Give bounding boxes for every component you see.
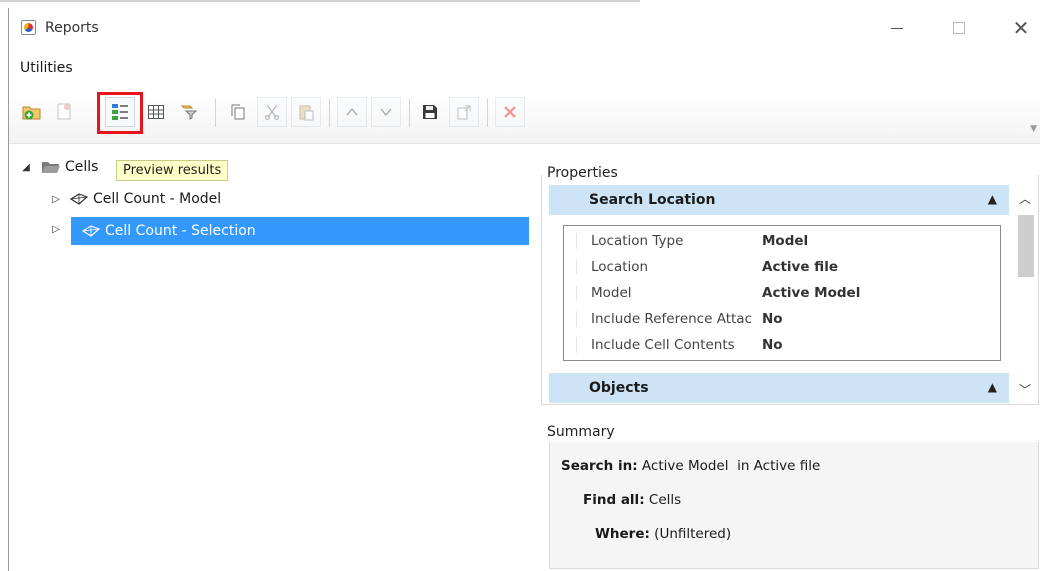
- paste-button[interactable]: [291, 97, 321, 127]
- summary-key: Find all:: [583, 492, 645, 508]
- summary-find-all: Find all: Cells: [583, 492, 681, 508]
- expand-arrow-icon[interactable]: ▷: [49, 194, 63, 205]
- top-edge-line: [0, 0, 640, 2]
- property-row[interactable]: Include Cell Contents No: [564, 332, 1000, 358]
- scrollbar-thumb[interactable]: [1018, 215, 1034, 277]
- property-value[interactable]: Model: [756, 233, 808, 249]
- summary-label: Summary: [545, 424, 617, 440]
- top-edge: [0, 0, 1040, 8]
- properties-scrollbar[interactable]: ︿ ﹀: [1017, 183, 1035, 401]
- save-icon: [423, 105, 437, 119]
- open-folder-icon: [41, 159, 61, 175]
- close-button[interactable]: ✕: [1001, 14, 1040, 42]
- tree-item-cell-count-selection[interactable]: Cell Count - Selection: [71, 217, 529, 245]
- collapse-chevron-icon[interactable]: ▲: [988, 192, 997, 206]
- property-name: Location: [576, 259, 756, 275]
- property-name: Include Reference Attac: [576, 311, 756, 327]
- toolbar-separator: [487, 99, 488, 127]
- property-name: Location Type: [576, 233, 756, 249]
- delete-icon: [504, 106, 516, 118]
- tree-item-label: Cell Count - Selection: [105, 223, 256, 239]
- category-title: Search Location: [589, 192, 716, 208]
- collapse-chevron-icon[interactable]: ▲: [988, 380, 997, 394]
- summary-key: Where:: [595, 526, 650, 542]
- collapse-arrow-icon[interactable]: ◢: [19, 162, 33, 173]
- maximize-button[interactable]: [939, 14, 979, 42]
- property-value[interactable]: No: [756, 311, 783, 327]
- copy-icon: [231, 104, 245, 120]
- menu-utilities[interactable]: Utilities: [20, 60, 73, 76]
- property-grid: Search Location ▲ Location Type Model Lo…: [549, 183, 1035, 403]
- export-icon: [457, 105, 471, 120]
- cut-icon: [265, 104, 279, 120]
- minimize-button[interactable]: [877, 14, 917, 42]
- filter-button[interactable]: [175, 97, 205, 127]
- property-name: Model: [576, 285, 756, 301]
- summary-where: Where: (Unfiltered): [595, 526, 731, 542]
- toolbar-separator: [409, 99, 410, 127]
- tree-item-label: Cell Count - Model: [93, 191, 222, 207]
- filter-icon: [180, 105, 198, 120]
- app-logo-icon: [21, 20, 36, 35]
- new-folder-icon: [22, 106, 41, 120]
- property-table: Location Type Model Location Active file…: [563, 225, 1001, 361]
- category-title: Objects: [589, 380, 649, 396]
- property-row[interactable]: Location Active file: [564, 254, 1000, 280]
- category-objects[interactable]: Objects ▲: [549, 373, 1009, 403]
- expand-arrow-icon[interactable]: ▷: [49, 224, 63, 235]
- toolbar-separator: [329, 99, 330, 127]
- tree-item-cell-count-model[interactable]: ▷ Cell Count - Model: [49, 185, 349, 213]
- tooltip-preview-results: Preview results: [116, 160, 229, 181]
- new-report-button[interactable]: [49, 97, 79, 127]
- preview-results-highlight: [97, 92, 143, 134]
- summary-key: Search in:: [561, 458, 638, 474]
- scroll-down-icon[interactable]: ﹀: [1019, 381, 1031, 398]
- new-report-icon: [57, 103, 71, 120]
- property-row[interactable]: Include Reference Attac No: [564, 306, 1000, 332]
- property-row[interactable]: Location Type Model: [564, 228, 1000, 254]
- property-name: Include Cell Contents: [576, 337, 756, 353]
- property-value[interactable]: Active Model: [756, 285, 860, 301]
- summary-search-in: Search in: Active Model in Active file: [561, 458, 820, 474]
- export-button[interactable]: [449, 97, 479, 127]
- cell-report-icon: [69, 191, 89, 207]
- save-button[interactable]: [415, 97, 445, 127]
- cut-button[interactable]: [257, 97, 287, 127]
- properties-label: Properties: [545, 165, 620, 181]
- reports-window: Reports ✕ Utilities ▼ ◢ Cells ▷ Cell Cou…: [8, 8, 1040, 571]
- window-title: Reports: [45, 20, 99, 36]
- scroll-up-icon[interactable]: ︿: [1019, 190, 1031, 207]
- summary-value: (Unfiltered): [654, 526, 732, 542]
- move-up-icon: [346, 107, 358, 116]
- cell-report-icon: [81, 223, 101, 239]
- copy-button[interactable]: [223, 97, 253, 127]
- move-up-button[interactable]: [337, 97, 367, 127]
- move-down-icon: [380, 108, 392, 117]
- table-view-button[interactable]: [141, 97, 171, 127]
- tree-root-label: Cells: [65, 159, 99, 175]
- toolbar-separator: [215, 99, 216, 127]
- category-search-location[interactable]: Search Location ▲: [549, 185, 1009, 215]
- summary-value: Cells: [648, 492, 682, 508]
- move-down-button[interactable]: [371, 97, 401, 127]
- toolbar: ▼: [9, 92, 1040, 144]
- report-tree: ◢ Cells ▷ Cell Count - Model Cell Count …: [9, 153, 529, 571]
- summary-value: Active Model in Active file: [641, 458, 821, 474]
- paste-icon: [299, 105, 314, 121]
- toolbar-overflow-icon[interactable]: ▼: [1030, 124, 1037, 134]
- property-value[interactable]: Active file: [756, 259, 838, 275]
- table-icon: [148, 105, 164, 119]
- new-folder-button[interactable]: [17, 97, 47, 127]
- property-row[interactable]: Model Active Model: [564, 280, 1000, 306]
- delete-button[interactable]: [495, 97, 525, 127]
- property-value[interactable]: No: [756, 337, 783, 353]
- title-bar: Reports ✕: [9, 8, 1040, 48]
